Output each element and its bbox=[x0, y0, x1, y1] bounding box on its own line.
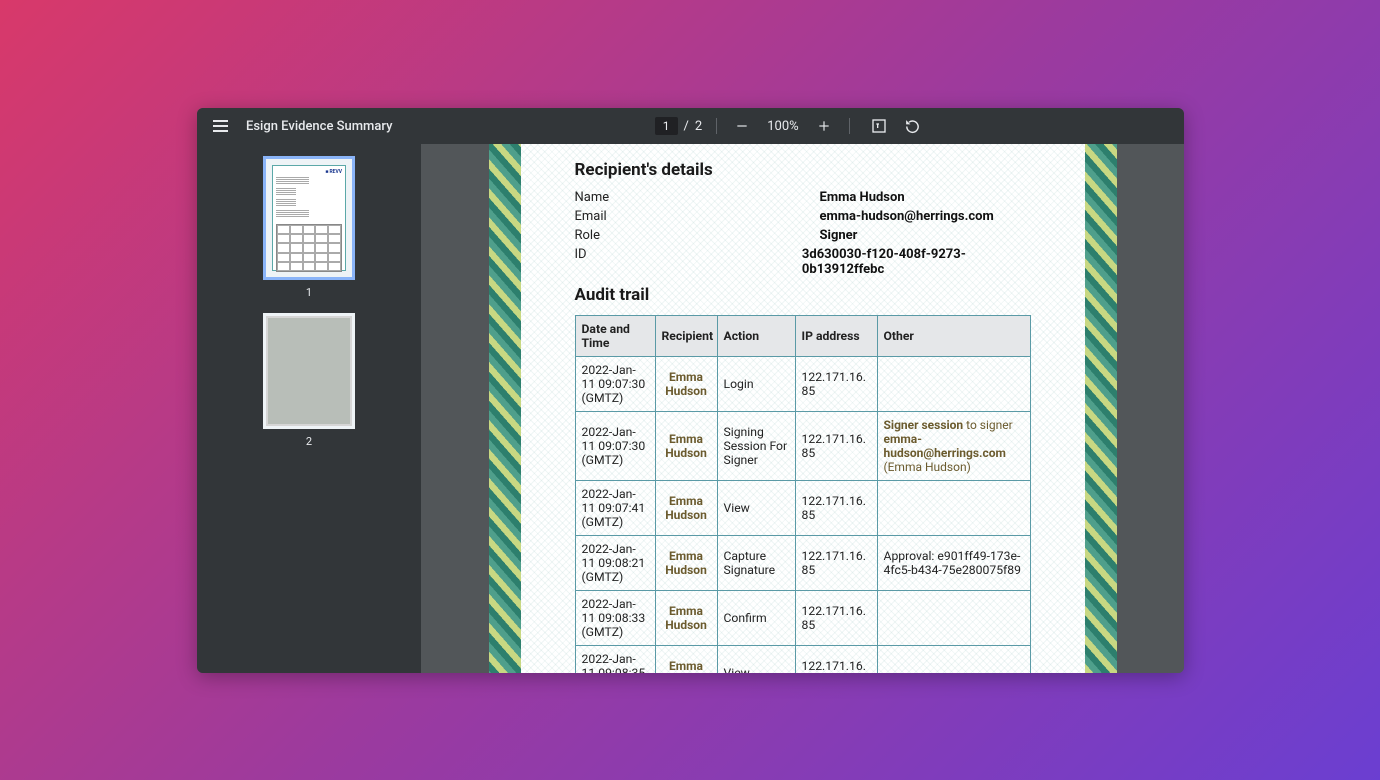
cell-ip: 122.171.16.85 bbox=[795, 646, 877, 674]
detail-label: Name bbox=[575, 190, 820, 205]
cell-date: 2022-Jan-11 09:07:30 (GMTZ) bbox=[575, 357, 655, 412]
thumbnail-label: 2 bbox=[306, 435, 312, 448]
col-recipient: Recipient bbox=[655, 316, 717, 357]
detail-value: Signer bbox=[820, 228, 858, 243]
document-title: Esign Evidence Summary bbox=[246, 119, 392, 134]
detail-value: emma-hudson@herrings.com bbox=[820, 209, 994, 224]
revv-logo: REVV bbox=[325, 169, 342, 175]
cell-ip: 122.171.16.85 bbox=[795, 591, 877, 646]
toolbar: Esign Evidence Summary 1 / 2 100% bbox=[197, 108, 1184, 144]
cell-ip: 122.171.16.85 bbox=[795, 357, 877, 412]
cell-date: 2022-Jan-11 09:08:33 (GMTZ) bbox=[575, 591, 655, 646]
cell-recipient: Emma Hudson bbox=[655, 357, 717, 412]
table-row: 2022-Jan-11 09:07:30 (GMTZ)Emma HudsonLo… bbox=[575, 357, 1030, 412]
table-row: 2022-Jan-11 09:07:30 (GMTZ)Emma HudsonSi… bbox=[575, 412, 1030, 481]
rotate-button[interactable] bbox=[902, 115, 924, 137]
toolbar-divider bbox=[716, 118, 717, 134]
col-ip: IP address bbox=[795, 316, 877, 357]
cell-action: Signing Session For Signer bbox=[717, 412, 795, 481]
fit-to-page-button[interactable] bbox=[868, 115, 890, 137]
toolbar-divider bbox=[849, 118, 850, 134]
cell-action: Login bbox=[717, 357, 795, 412]
recipient-detail-row: ID3d630030-f120-408f-9273-0b13912ffebc bbox=[575, 247, 1031, 277]
cell-action: View bbox=[717, 481, 795, 536]
document-content-area[interactable]: Recipient's details NameEmma HudsonEmail… bbox=[421, 144, 1184, 673]
cell-other bbox=[877, 591, 1030, 646]
detail-value: 3d630030-f120-408f-9273-0b13912ffebc bbox=[802, 247, 1031, 277]
cell-recipient: Emma Hudson bbox=[655, 646, 717, 674]
cell-other bbox=[877, 481, 1030, 536]
audit-trail-heading: Audit trail bbox=[575, 285, 1031, 305]
cell-ip: 122.171.16.85 bbox=[795, 412, 877, 481]
cell-recipient: Emma Hudson bbox=[655, 481, 717, 536]
table-row: 2022-Jan-11 09:08:21 (GMTZ)Emma HudsonCa… bbox=[575, 536, 1030, 591]
recipient-detail-row: RoleSigner bbox=[575, 228, 1031, 243]
table-row: 2022-Jan-11 09:08:33 (GMTZ)Emma HudsonCo… bbox=[575, 591, 1030, 646]
thumbnail-page-1[interactable]: REVV bbox=[263, 156, 355, 280]
thumbnail-label: 1 bbox=[306, 286, 312, 299]
cell-ip: 122.171.16.85 bbox=[795, 481, 877, 536]
cell-ip: 122.171.16.85 bbox=[795, 536, 877, 591]
page-current-input[interactable]: 1 bbox=[655, 117, 678, 135]
cell-recipient: Emma Hudson bbox=[655, 591, 717, 646]
zoom-out-button[interactable] bbox=[731, 115, 753, 137]
detail-label: Email bbox=[575, 209, 820, 224]
detail-value: Emma Hudson bbox=[820, 190, 905, 205]
zoom-in-button[interactable] bbox=[813, 115, 835, 137]
cell-date: 2022-Jan-11 09:07:41 (GMTZ) bbox=[575, 481, 655, 536]
recipient-detail-row: Emailemma-hudson@herrings.com bbox=[575, 209, 1031, 224]
table-row: 2022-Jan-11 09:08:35 (GMTZ)Emma HudsonVi… bbox=[575, 646, 1030, 674]
col-action: Action bbox=[717, 316, 795, 357]
table-row: 2022-Jan-11 09:07:41 (GMTZ)Emma HudsonVi… bbox=[575, 481, 1030, 536]
audit-trail-table: Date and Time Recipient Action IP addres… bbox=[575, 315, 1031, 673]
cell-date: 2022-Jan-11 09:07:30 (GMTZ) bbox=[575, 412, 655, 481]
col-other: Other bbox=[877, 316, 1030, 357]
cell-date: 2022-Jan-11 09:08:35 (GMTZ) bbox=[575, 646, 655, 674]
cell-recipient: Emma Hudson bbox=[655, 412, 717, 481]
thumbnail-sidebar: REVV 1 bbox=[197, 144, 421, 673]
recipient-details-heading: Recipient's details bbox=[575, 160, 1031, 180]
page-separator: / bbox=[684, 119, 689, 134]
cell-date: 2022-Jan-11 09:08:21 (GMTZ) bbox=[575, 536, 655, 591]
page-indicator: 1 / 2 bbox=[655, 117, 702, 135]
recipient-detail-row: NameEmma Hudson bbox=[575, 190, 1031, 205]
detail-label: ID bbox=[575, 247, 802, 277]
cell-action: Confirm bbox=[717, 591, 795, 646]
cell-recipient: Emma Hudson bbox=[655, 536, 717, 591]
thumbnail-page-2[interactable] bbox=[263, 313, 355, 429]
menu-icon[interactable] bbox=[209, 116, 232, 136]
pdf-viewer: Esign Evidence Summary 1 / 2 100% bbox=[197, 108, 1184, 673]
cell-other: Approval: e901ff49-173e-4fc5-b434-75e280… bbox=[877, 536, 1030, 591]
cell-other: Signer session to signeremma-hudson@herr… bbox=[877, 412, 1030, 481]
cell-action: View bbox=[717, 646, 795, 674]
table-header-row: Date and Time Recipient Action IP addres… bbox=[575, 316, 1030, 357]
cell-action: Capture Signature bbox=[717, 536, 795, 591]
detail-label: Role bbox=[575, 228, 820, 243]
col-date: Date and Time bbox=[575, 316, 655, 357]
document-page: Recipient's details NameEmma HudsonEmail… bbox=[489, 144, 1117, 673]
page-total: 2 bbox=[695, 119, 702, 134]
cell-other bbox=[877, 646, 1030, 674]
zoom-level: 100% bbox=[767, 119, 798, 134]
cell-other bbox=[877, 357, 1030, 412]
